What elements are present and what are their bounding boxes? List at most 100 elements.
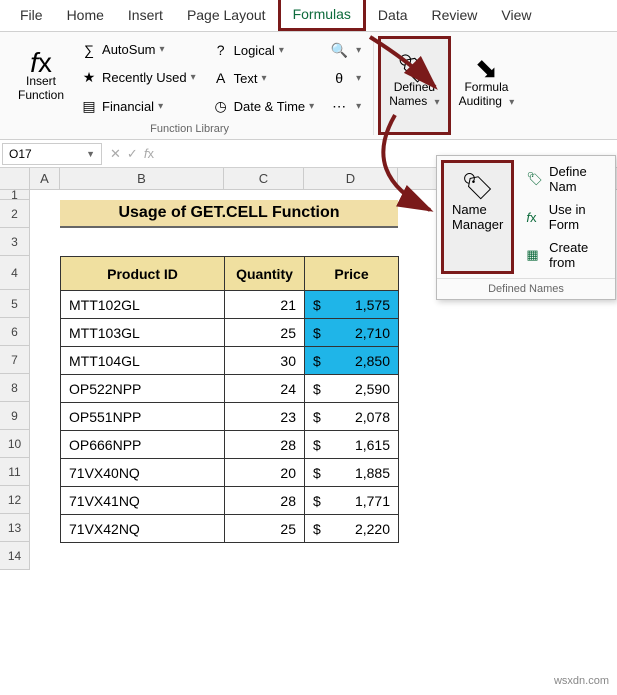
row-header[interactable]: 11	[0, 458, 30, 486]
tab-data[interactable]: Data	[366, 1, 420, 31]
name-box[interactable]: O17 ▼	[2, 143, 102, 165]
cell-price[interactable]: $2,850	[305, 347, 399, 375]
defined-names-button[interactable]: 🏷 DefinedNames ▾	[378, 36, 450, 135]
col-header-d[interactable]: D	[304, 168, 398, 189]
cell-product-id[interactable]: MTT104GL	[61, 347, 225, 375]
cell-price[interactable]: $1,771	[305, 487, 399, 515]
row-header[interactable]: 12	[0, 486, 30, 514]
fx-icon[interactable]: fx	[144, 146, 154, 161]
row-header[interactable]: 6	[0, 318, 30, 346]
ribbon-content: fx InsertFunction ∑AutoSum▾ ★Recently Us…	[0, 32, 617, 140]
table-row[interactable]: MTT103GL 25 $2,710	[61, 319, 399, 347]
money-icon: ▤	[80, 98, 98, 115]
cell-price[interactable]: $2,590	[305, 375, 399, 403]
date-time-button[interactable]: ◷Date & Time▾	[208, 96, 319, 117]
cell-product-id[interactable]: OP551NPP	[61, 403, 225, 431]
row-header[interactable]: 14	[0, 542, 30, 570]
table-row[interactable]: 71VX41NQ 28 $1,771	[61, 487, 399, 515]
audit-icon: ⬊	[475, 62, 498, 76]
cell-price[interactable]: $2,220	[305, 515, 399, 543]
cell-price[interactable]: $1,575	[305, 291, 399, 319]
sigma-icon: ∑	[80, 42, 98, 58]
col-header-c[interactable]: C	[224, 168, 304, 189]
cell-quantity[interactable]: 23	[225, 403, 305, 431]
cell-product-id[interactable]: MTT102GL	[61, 291, 225, 319]
cell-product-id[interactable]: OP522NPP	[61, 375, 225, 403]
tab-page-layout[interactable]: Page Layout	[175, 1, 278, 31]
cell-quantity[interactable]: 25	[225, 319, 305, 347]
question-icon: ?	[212, 42, 230, 58]
row-header[interactable]: 10	[0, 430, 30, 458]
cell-quantity[interactable]: 30	[225, 347, 305, 375]
tab-file[interactable]: File	[8, 1, 55, 31]
table-row[interactable]: OP522NPP 24 $2,590	[61, 375, 399, 403]
caret-icon: ▾	[160, 44, 165, 55]
cancel-icon[interactable]: ✕	[110, 146, 121, 162]
cells-area[interactable]: Usage of GET.CELL Function Product ID Qu…	[60, 190, 617, 570]
row-header[interactable]: 3	[0, 228, 30, 256]
more-icon: ⋯	[330, 98, 348, 115]
cell-quantity[interactable]: 25	[225, 515, 305, 543]
cell-quantity[interactable]: 21	[225, 291, 305, 319]
financial-button[interactable]: ▤Financial▾	[76, 96, 200, 117]
clock-icon: ◷	[212, 98, 230, 115]
select-all-corner[interactable]	[0, 168, 30, 189]
table-row[interactable]: OP551NPP 23 $2,078	[61, 403, 399, 431]
row-header[interactable]: 2	[0, 200, 30, 228]
ribbon-tabs: File Home Insert Page Layout Formulas Da…	[0, 0, 617, 32]
accept-icon[interactable]: ✓	[127, 146, 138, 162]
row-header[interactable]: 7	[0, 346, 30, 374]
cell-price[interactable]: $2,710	[305, 319, 399, 347]
autosum-button[interactable]: ∑AutoSum▾	[76, 40, 200, 60]
col-header-a[interactable]: A	[30, 168, 60, 189]
lookup-button[interactable]: 🔍▾	[326, 40, 365, 61]
tab-formulas[interactable]: Formulas	[278, 0, 366, 31]
header-quantity[interactable]: Quantity	[225, 257, 305, 291]
star-icon: ★	[80, 69, 98, 86]
tab-review[interactable]: Review	[420, 1, 490, 31]
tab-home[interactable]: Home	[55, 1, 116, 31]
table-row[interactable]: 71VX42NQ 25 $2,220	[61, 515, 399, 543]
title-cell[interactable]: Usage of GET.CELL Function	[60, 200, 398, 228]
more-button[interactable]: ⋯▾	[326, 96, 365, 117]
table-row[interactable]: 71VX40NQ 20 $1,885	[61, 459, 399, 487]
cell-quantity[interactable]: 24	[225, 375, 305, 403]
cell-product-id[interactable]: 71VX41NQ	[61, 487, 225, 515]
row-headers: 1 2 3 4 5 6 7 8 9 10 11 12 13 14	[0, 190, 30, 570]
table-row[interactable]: MTT102GL 21 $1,575	[61, 291, 399, 319]
row-header[interactable]: 5	[0, 290, 30, 318]
lookup-icon: 🔍	[330, 42, 348, 59]
text-button[interactable]: AText▾	[208, 68, 319, 88]
group-function-library: fx InsertFunction ∑AutoSum▾ ★Recently Us…	[6, 36, 374, 135]
text-icon: A	[212, 70, 230, 86]
row-header[interactable]: 1	[0, 190, 30, 200]
tab-insert[interactable]: Insert	[116, 1, 175, 31]
cell-quantity[interactable]: 20	[225, 459, 305, 487]
row-header[interactable]: 9	[0, 402, 30, 430]
header-price[interactable]: Price	[305, 257, 399, 291]
cell-quantity[interactable]: 28	[225, 431, 305, 459]
table-row[interactable]: MTT104GL 30 $2,850	[61, 347, 399, 375]
cell-quantity[interactable]: 28	[225, 487, 305, 515]
math-button[interactable]: θ▾	[326, 68, 365, 88]
cell-product-id[interactable]: 71VX40NQ	[61, 459, 225, 487]
cell-product-id[interactable]: OP666NPP	[61, 431, 225, 459]
formula-auditing-button[interactable]: ⬊ FormulaAuditing ▾	[451, 36, 523, 135]
formula-controls: ✕ ✓ fx	[110, 146, 154, 162]
cell-product-id[interactable]: 71VX42NQ	[61, 515, 225, 543]
cell-price[interactable]: $2,078	[305, 403, 399, 431]
cell-price[interactable]: $1,615	[305, 431, 399, 459]
cell-price[interactable]: $1,885	[305, 459, 399, 487]
insert-function-button[interactable]: fx InsertFunction	[10, 36, 72, 121]
row-header[interactable]: 13	[0, 514, 30, 542]
tab-view[interactable]: View	[489, 1, 543, 31]
recently-used-button[interactable]: ★Recently Used▾	[76, 67, 200, 88]
caret-icon: ▾	[279, 45, 284, 56]
row-header[interactable]: 4	[0, 256, 30, 290]
cell-product-id[interactable]: MTT103GL	[61, 319, 225, 347]
table-row[interactable]: OP666NPP 28 $1,615	[61, 431, 399, 459]
header-product-id[interactable]: Product ID	[61, 257, 225, 291]
row-header[interactable]: 8	[0, 374, 30, 402]
logical-button[interactable]: ?Logical▾	[208, 40, 319, 60]
col-header-b[interactable]: B	[60, 168, 224, 189]
